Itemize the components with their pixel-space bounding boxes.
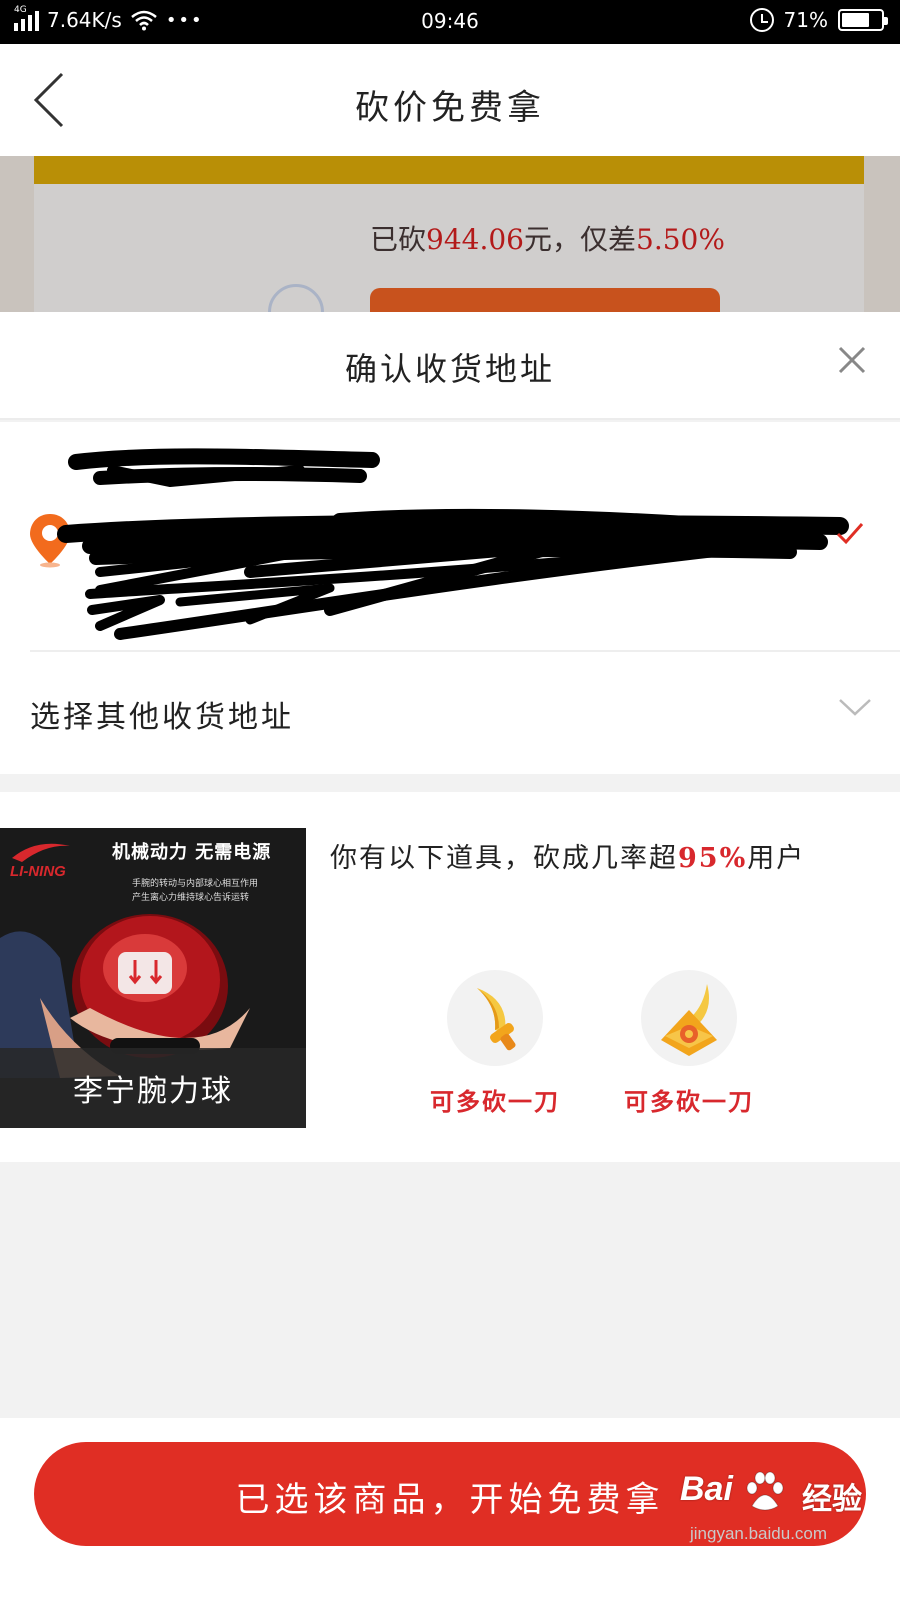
bargain-progress-text: 已砍944.06元，仅差5.50% xyxy=(370,223,725,256)
success-rate: 95% xyxy=(678,843,748,874)
product-image[interactable]: LI-NING 机械动力 无需电源 手腕的转动与内部球心相互作用 产生离心力维持… xyxy=(0,828,306,1128)
close-icon[interactable] xyxy=(834,342,870,378)
page-title: 砍价免费拿 xyxy=(355,88,545,128)
watermark-jingyan-text: 经验 xyxy=(802,1482,862,1517)
battery-fill xyxy=(842,13,869,27)
address-confirm-sheet: 确认收货地址 选择其他收货地址 LI-NING 机械动力 无需电源 手腕的转动与… xyxy=(0,312,900,1600)
sheet-header: 确认收货地址 xyxy=(0,312,900,420)
bargain-remaining-percent: 5.50% xyxy=(636,223,725,256)
product-slogan: 机械动力 无需电源 xyxy=(112,842,272,863)
svg-text:LI-NING: LI-NING xyxy=(10,863,66,880)
product-card: LI-NING 机械动力 无需电源 手腕的转动与内部球心相互作用 产生离心力维持… xyxy=(0,792,900,1162)
battery-percent: 71% xyxy=(783,8,828,32)
bargain-amount: 944.06 xyxy=(426,223,524,256)
tools-intro: 你有以下道具，砍成几率超95%用户 xyxy=(330,843,806,874)
golden-sword-icon xyxy=(447,970,543,1066)
redacted-address-scribble xyxy=(57,448,864,640)
selected-address[interactable] xyxy=(0,422,900,652)
watermark-logo-text: Bai xyxy=(680,1470,733,1508)
choose-other-address-label: 选择其他收货地址 xyxy=(30,700,294,735)
baidu-paw-icon xyxy=(746,1471,784,1511)
background-bargain-card: 已砍944.06元，仅差5.50% xyxy=(0,156,900,312)
watermark-url: jingyan.baidu.com xyxy=(690,1524,828,1543)
golden-shuriken-icon xyxy=(641,970,737,1066)
tool-item-2: 可多砍一刀 xyxy=(614,970,764,1120)
baidu-jingyan-watermark: Bai 经验 jingyan.baidu.com xyxy=(680,1468,890,1578)
product-name: 李宁腕力球 xyxy=(73,1074,233,1109)
li-ning-logo: LI-NING xyxy=(10,843,70,880)
alarm-icon xyxy=(749,8,774,32)
chevron-down-icon xyxy=(839,699,871,716)
tool-item-1: 可多砍一刀 xyxy=(420,970,570,1120)
tool-label-1: 可多砍一刀 xyxy=(430,1087,560,1116)
background-banner-strip xyxy=(34,156,864,184)
tool-label-2: 可多砍一刀 xyxy=(624,1087,754,1116)
status-bar: 4G 7.64K/s ••• 09:46 71% xyxy=(0,0,900,44)
background-button xyxy=(370,288,720,312)
choose-other-address[interactable]: 选择其他收货地址 xyxy=(0,652,900,774)
product-caption-bar: 李宁腕力球 xyxy=(0,1048,306,1128)
nav-bar: 砍价免费拿 xyxy=(0,44,900,156)
product-subtext-1: 手腕的转动与内部球心相互作用 xyxy=(132,879,259,889)
status-right: 71% xyxy=(749,8,888,32)
battery-icon xyxy=(838,9,888,31)
sheet-title: 确认收货地址 xyxy=(344,350,555,388)
